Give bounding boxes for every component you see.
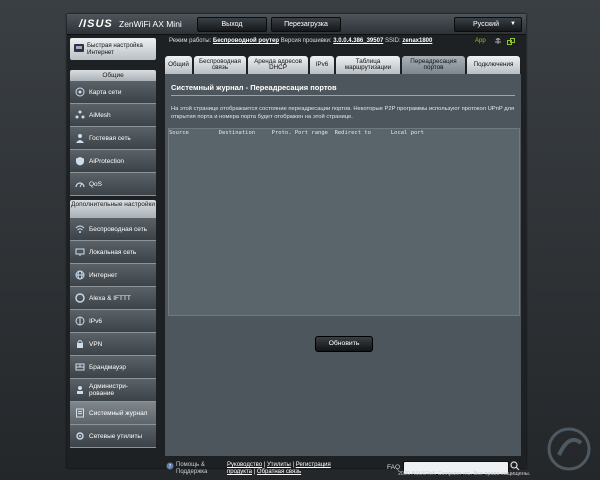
tab-bar: Общий Беспроводная связь Аренда адресов … xyxy=(165,56,521,74)
faq-label: FAQ xyxy=(387,464,401,471)
status-info-bar: Режим работы: Беспроводной роутер Версия… xyxy=(169,38,527,48)
sidebar-item-label: Сетевые утилиты xyxy=(89,432,143,440)
logout-button[interactable]: Выход xyxy=(197,17,267,32)
firmware-value-link[interactable]: 3.0.0.4.386_39507 xyxy=(333,38,383,44)
manual-link[interactable]: Руководство xyxy=(227,462,262,468)
sidebar-item-system-log[interactable]: Системный журнал xyxy=(70,402,156,425)
quick-setup-label: Быстрая настройка Интернет xyxy=(87,42,143,56)
aimesh-icon xyxy=(75,110,85,119)
sidebar-item-firewall[interactable]: Брандмауэр xyxy=(70,356,156,379)
content-panel: Системный журнал - Переадресация портов … xyxy=(165,74,521,456)
sidebar-item-label: Alexa & IFTTT xyxy=(89,294,131,302)
sidebar-item-label: AiProtection xyxy=(89,157,125,165)
model-name: ZenWiFi AX Mini xyxy=(119,19,182,29)
refresh-button[interactable]: Обновить xyxy=(315,336,373,352)
sidebar-item-label: Брандмауэр xyxy=(89,363,126,371)
advanced-heading: Дополнительные настройки xyxy=(70,200,156,218)
wireless-icon xyxy=(75,225,85,233)
usb-status-icon[interactable] xyxy=(494,38,502,46)
tab-general[interactable]: Общий xyxy=(165,56,192,74)
tab-dhcp-leases[interactable]: Аренда адресов DHCP xyxy=(248,56,308,74)
page-background: /ISUS ZenWiFi AX Mini Выход Перезагрузка… xyxy=(0,0,600,480)
reboot-button[interactable]: Перезагрузка xyxy=(271,17,341,32)
sidebar-item-label: Беспроводная сеть xyxy=(89,225,148,233)
mode-value-link[interactable]: Беспроводной роутер xyxy=(213,38,279,44)
firewall-icon xyxy=(75,363,85,371)
copyright-text: 2020 ASUSTeK Computer Inc. Все права защ… xyxy=(398,471,531,477)
sidebar-item-label: QoS xyxy=(89,180,103,188)
advanced-menu: Беспроводная сеть Локальная сеть Интерне… xyxy=(70,218,156,448)
sidebar-item-network-map[interactable]: Карта сети xyxy=(70,81,156,104)
sidebar-item-ipv6[interactable]: IPv6 xyxy=(70,310,156,333)
system-log-icon xyxy=(76,408,84,418)
wan-icon xyxy=(75,270,85,280)
ipv6-icon xyxy=(75,316,85,326)
alexa-icon xyxy=(75,293,85,303)
vpn-icon xyxy=(77,340,83,348)
quick-setup-icon xyxy=(74,44,84,52)
qos-icon xyxy=(75,182,85,188)
sidebar-item-wan[interactable]: Интернет xyxy=(70,264,156,287)
help-support-label: Помощь & Поддержка xyxy=(176,462,208,475)
aiprotection-icon xyxy=(76,157,84,166)
administration-icon xyxy=(77,386,83,394)
sidebar-item-label: Гостевая сеть xyxy=(89,134,131,142)
footer-links: Руководство | Утилиты | Регистрация прод… xyxy=(227,462,331,475)
language-select[interactable]: Русский ▼ xyxy=(454,17,522,32)
mode-label: Режим работы: xyxy=(169,38,212,44)
lan-icon xyxy=(75,248,85,256)
feedback-link[interactable]: Обратная связь xyxy=(257,469,301,475)
sidebar-item-guest-network[interactable]: Гостевая сеть xyxy=(70,127,156,150)
help-icon: ? xyxy=(166,462,174,470)
sidebar-item-label: Карта сети xyxy=(89,88,122,96)
network-status-icon[interactable] xyxy=(507,38,515,46)
sidebar-item-wireless[interactable]: Беспроводная сеть xyxy=(70,218,156,241)
network-tools-icon xyxy=(76,432,84,440)
sidebar-item-label: IPv6 xyxy=(89,317,103,325)
general-menu: Карта сети AiMesh Гостевая сеть AiProtec… xyxy=(70,81,156,196)
firmware-label: Версия прошивки: xyxy=(280,38,332,44)
sidebar-item-network-tools[interactable]: Сетевые утилиты xyxy=(70,425,156,448)
sidebar-item-label: Администри-рование xyxy=(89,383,129,397)
page-description: На этой странице отображается состояние … xyxy=(171,106,515,120)
tab-routing-table[interactable]: Таблица маршрутизации xyxy=(336,56,400,74)
sidebar-item-label: Интернет xyxy=(89,271,118,279)
utilities-link[interactable]: Утилиты xyxy=(267,462,291,468)
sidebar-item-label: VPN xyxy=(89,340,103,348)
sidebar-item-qos[interactable]: QoS xyxy=(70,173,156,196)
ssid-label: SSID: xyxy=(384,38,401,44)
router-ui-frame: /ISUS ZenWiFi AX Mini Выход Перезагрузка… xyxy=(67,14,527,475)
sidebar-item-alexa[interactable]: Alexa & IFTTT xyxy=(70,287,156,310)
sidebar-item-lan[interactable]: Локальная сеть xyxy=(70,241,156,264)
sidebar-item-aimesh[interactable]: AiMesh xyxy=(70,104,156,127)
ssid-value: zenax1800 xyxy=(402,38,433,44)
tab-connections[interactable]: Подключения xyxy=(467,56,520,74)
general-heading: Общие xyxy=(70,70,156,81)
sidebar-item-administration[interactable]: Администри-рование xyxy=(70,379,156,402)
chevron-down-icon: ▼ xyxy=(510,21,516,27)
title-divider xyxy=(171,95,515,96)
app-link[interactable]: App xyxy=(475,38,486,44)
language-label: Русский xyxy=(473,21,499,28)
sidebar-item-label: Системный журнал xyxy=(89,409,148,417)
search-icon[interactable] xyxy=(510,461,520,471)
top-bar: /ISUS ZenWiFi AX Mini Выход Перезагрузка… xyxy=(67,14,526,35)
sidebar-item-aiprotection[interactable]: AiProtection xyxy=(70,150,156,173)
sidebar-item-label: Локальная сеть xyxy=(89,248,137,256)
page-title: Системный журнал - Переадресация портов xyxy=(171,83,337,92)
tab-wireless[interactable]: Беспроводная связь xyxy=(194,56,246,74)
tab-port-forwarding[interactable]: Переадресация портов xyxy=(402,56,465,74)
sidebar-item-label: AiMesh xyxy=(89,111,111,119)
asus-logo: /ISUS xyxy=(79,18,113,30)
watermark-logo xyxy=(547,427,591,471)
guest-network-icon xyxy=(76,134,84,143)
tab-ipv6[interactable]: IPv6 xyxy=(310,56,334,74)
sidebar-item-vpn[interactable]: VPN xyxy=(70,333,156,356)
quick-internet-setup[interactable]: Быстрая настройка Интернет xyxy=(70,38,156,60)
svg-text:?: ? xyxy=(169,464,172,470)
log-header: Source Destination Proto. Port range Red… xyxy=(169,130,424,136)
port-forwarding-log[interactable]: Source Destination Proto. Port range Red… xyxy=(168,128,520,316)
network-map-icon xyxy=(75,87,85,97)
